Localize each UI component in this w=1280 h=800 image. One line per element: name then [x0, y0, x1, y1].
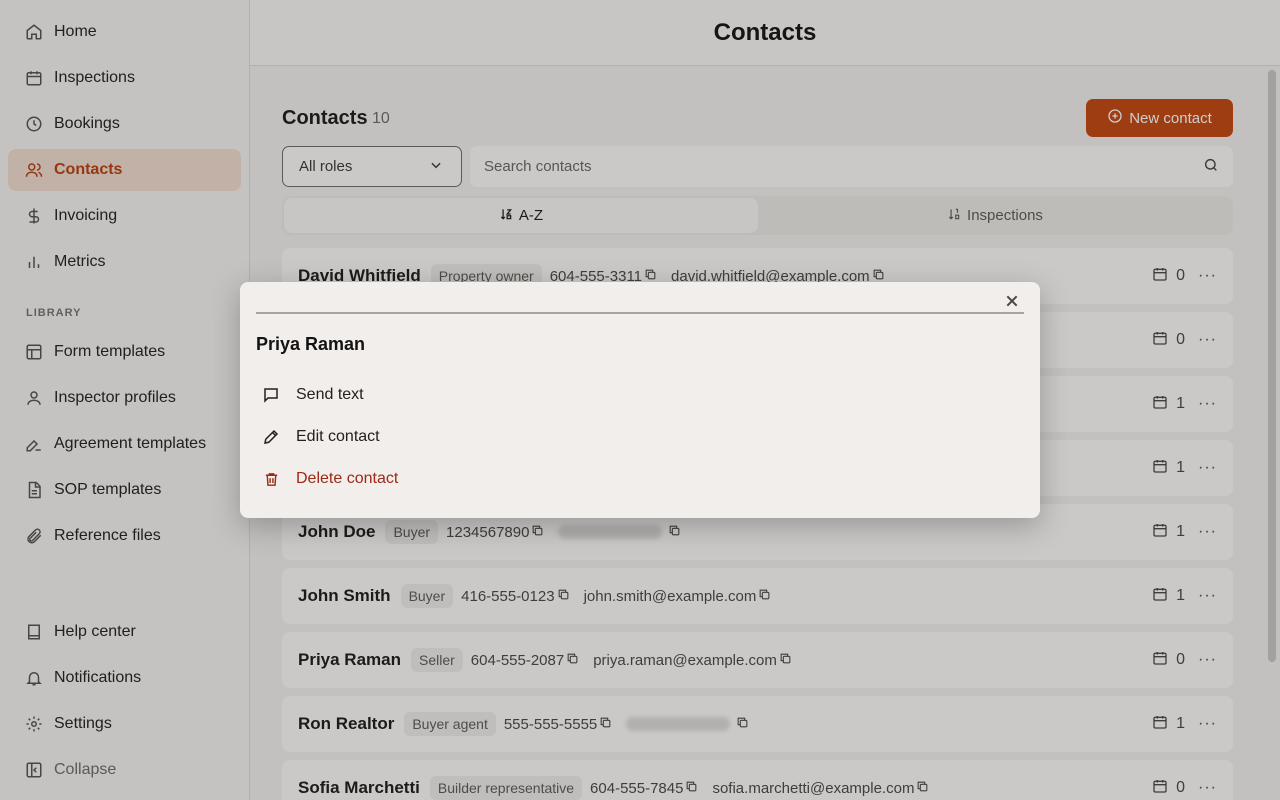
contact-actions-modal: Priya Raman Send text Edit contact Delet… [240, 282, 1040, 518]
pencil-icon [262, 428, 280, 446]
edit-contact-label: Edit contact [296, 428, 380, 445]
close-icon[interactable] [1002, 291, 1022, 311]
send-text-label: Send text [296, 386, 364, 403]
delete-contact-label: Delete contact [296, 470, 399, 487]
modal-title: Priya Raman [256, 334, 366, 354]
delete-contact-button[interactable]: Delete contact [256, 461, 556, 497]
trash-icon [262, 470, 280, 488]
edit-contact-button[interactable]: Edit contact [256, 419, 556, 455]
message-icon [262, 386, 280, 404]
modal-divider [256, 312, 1024, 314]
send-text-button[interactable]: Send text [256, 377, 556, 413]
